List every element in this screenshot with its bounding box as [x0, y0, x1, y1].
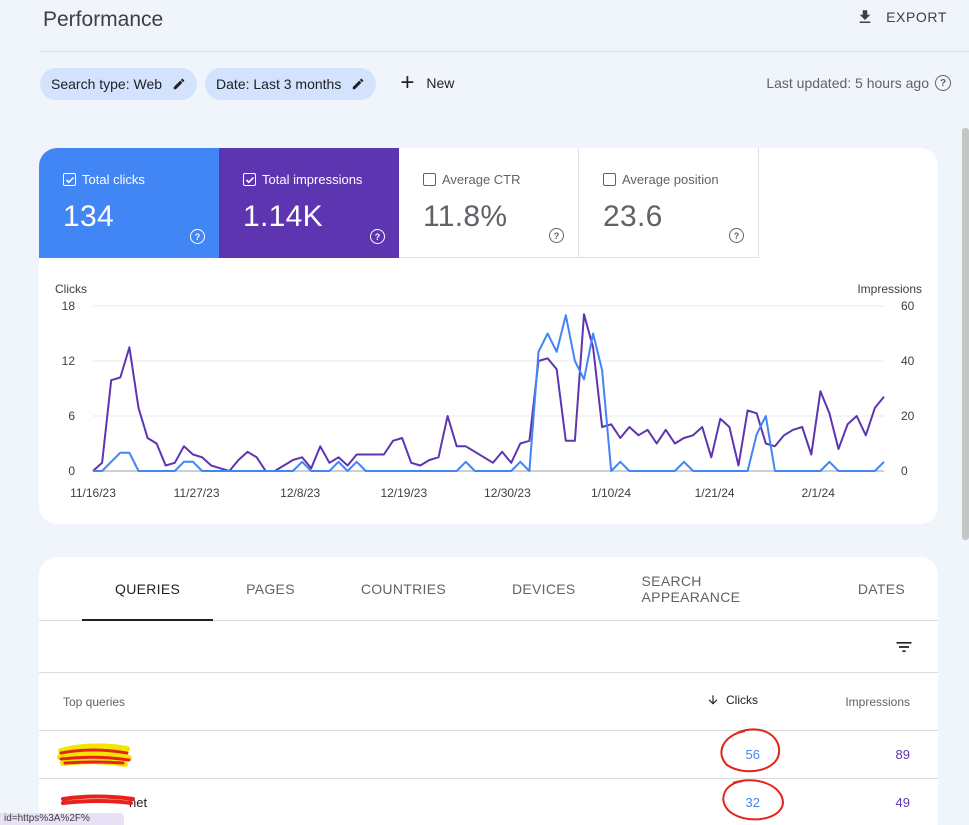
page-title: Performance — [43, 8, 164, 31]
performance-card: Total clicks 134 ? Total impressions 1.1… — [39, 148, 938, 524]
column-header-clicks[interactable]: Clicks — [706, 693, 758, 707]
tab-devices[interactable]: DEVICES — [479, 557, 609, 621]
metric-label: Average CTR — [442, 172, 521, 187]
page-header: Performance EXPORT — [40, 0, 969, 52]
date-label: Date: Last 3 months — [216, 76, 342, 92]
edit-icon — [353, 78, 364, 90]
export-label: EXPORT — [886, 9, 947, 25]
y-right-tick-label: 40 — [901, 354, 915, 368]
x-tick-label: 2/1/24 — [802, 486, 836, 500]
scrollbar-thumb[interactable] — [962, 128, 969, 540]
help-icon[interactable]: ? — [549, 228, 564, 243]
series-line-clicks — [93, 314, 885, 472]
status-url-bar: id=https%3A%2F% — [0, 813, 124, 825]
y-right-tick-label: 0 — [901, 464, 908, 478]
table-header: Top queries Clicks Impressions — [39, 673, 938, 731]
y-left-tick-label: 12 — [62, 354, 76, 368]
tab-countries[interactable]: COUNTRIES — [328, 557, 479, 621]
x-tick-label: 1/21/24 — [695, 486, 735, 500]
tab-pages[interactable]: PAGES — [213, 557, 328, 621]
edit-icon — [173, 78, 185, 90]
series-line-impressions — [92, 313, 885, 472]
metric-tiles: Total clicks 134 ? Total impressions 1.1… — [39, 148, 938, 258]
metric-average-ctr[interactable]: Average CTR 11.8% ? — [399, 148, 579, 258]
last-updated-text: Last updated: 5 hours ago — [766, 75, 929, 91]
tab-queries[interactable]: QUERIES — [82, 557, 214, 621]
queries-card: QUERIES PAGES COUNTRIES DEVICES SEARCH A… — [39, 557, 938, 825]
y-left-tick-label: 18 — [62, 299, 76, 313]
download-icon — [859, 10, 871, 23]
new-filter-button[interactable]: + New — [384, 67, 466, 99]
performance-chart: Clicks Impressions 18 60 12 40 6 20 0 0 11/16/23… — [39, 258, 938, 524]
y-right-tick-label: 60 — [901, 299, 915, 313]
tab-search-appearance[interactable]: SEARCH APPEARANCE — [609, 557, 825, 621]
search-type-label: Search type: Web — [51, 76, 163, 92]
help-icon[interactable]: ? — [370, 229, 385, 244]
table-filter-row — [39, 621, 938, 673]
date-chip[interactable]: Date: Last 3 months — [205, 68, 377, 100]
export-button[interactable]: EXPORT — [856, 8, 947, 26]
metric-label: Average position — [622, 172, 719, 187]
table-row[interactable]: 56 89 — [39, 731, 938, 779]
metric-total-impressions[interactable]: Total impressions 1.14K ? — [219, 148, 399, 258]
dimension-tabs: QUERIES PAGES COUNTRIES DEVICES SEARCH A… — [39, 557, 938, 621]
clicks-value: 32 — [745, 795, 760, 810]
clicks-header-label: Clicks — [726, 693, 758, 707]
metric-label: Total impressions — [262, 172, 363, 187]
column-header-impressions[interactable]: Impressions — [845, 695, 910, 709]
x-tick-label: 12/30/23 — [484, 486, 531, 500]
y-right-tick-label: 20 — [901, 409, 915, 423]
impressions-value: 89 — [895, 747, 910, 762]
checkbox-unchecked-icon[interactable] — [603, 173, 616, 186]
column-header-query: Top queries — [63, 695, 126, 709]
metric-total-clicks[interactable]: Total clicks 134 ? — [39, 148, 219, 258]
y-left-tick-label: 0 — [68, 464, 75, 478]
search-type-chip[interactable]: Search type: Web — [40, 68, 198, 100]
line-chart[interactable]: 18 60 12 40 6 20 0 0 11/16/23 11/27/23 12/8/23 12/1… — [39, 258, 938, 524]
checkbox-checked-icon[interactable] — [243, 173, 256, 186]
x-tick-label: 12/19/23 — [380, 486, 427, 500]
x-tick-label: 12/8/23 — [280, 486, 320, 500]
y-left-tick-label: 6 — [68, 409, 75, 423]
help-icon[interactable]: ? — [935, 75, 951, 91]
table-row[interactable]: net 32 49 — [39, 779, 938, 825]
help-icon[interactable]: ? — [190, 229, 205, 244]
x-tick-label: 11/27/23 — [174, 486, 220, 500]
new-label: New — [426, 75, 455, 91]
help-icon[interactable]: ? — [729, 228, 744, 243]
tab-dates[interactable]: DATES — [825, 557, 938, 621]
checkbox-checked-icon[interactable] — [63, 173, 76, 186]
filter-bar: Search type: Web Date: Last 3 months + N… — [40, 68, 466, 100]
arrow-down-icon — [708, 695, 718, 705]
clicks-value: 56 — [745, 747, 760, 762]
metric-label: Total clicks — [82, 172, 145, 187]
plus-icon: + — [400, 69, 415, 96]
checkbox-unchecked-icon[interactable] — [423, 173, 436, 186]
x-tick-label: 11/16/23 — [70, 486, 116, 500]
last-updated: Last updated: 5 hours ago ? — [766, 75, 951, 91]
filter-icon[interactable] — [894, 637, 914, 657]
impressions-value: 49 — [895, 795, 910, 810]
x-tick-label: 1/10/24 — [591, 486, 631, 500]
query-text: net — [129, 795, 148, 810]
metric-average-position[interactable]: Average position 23.6 ? — [579, 148, 759, 258]
